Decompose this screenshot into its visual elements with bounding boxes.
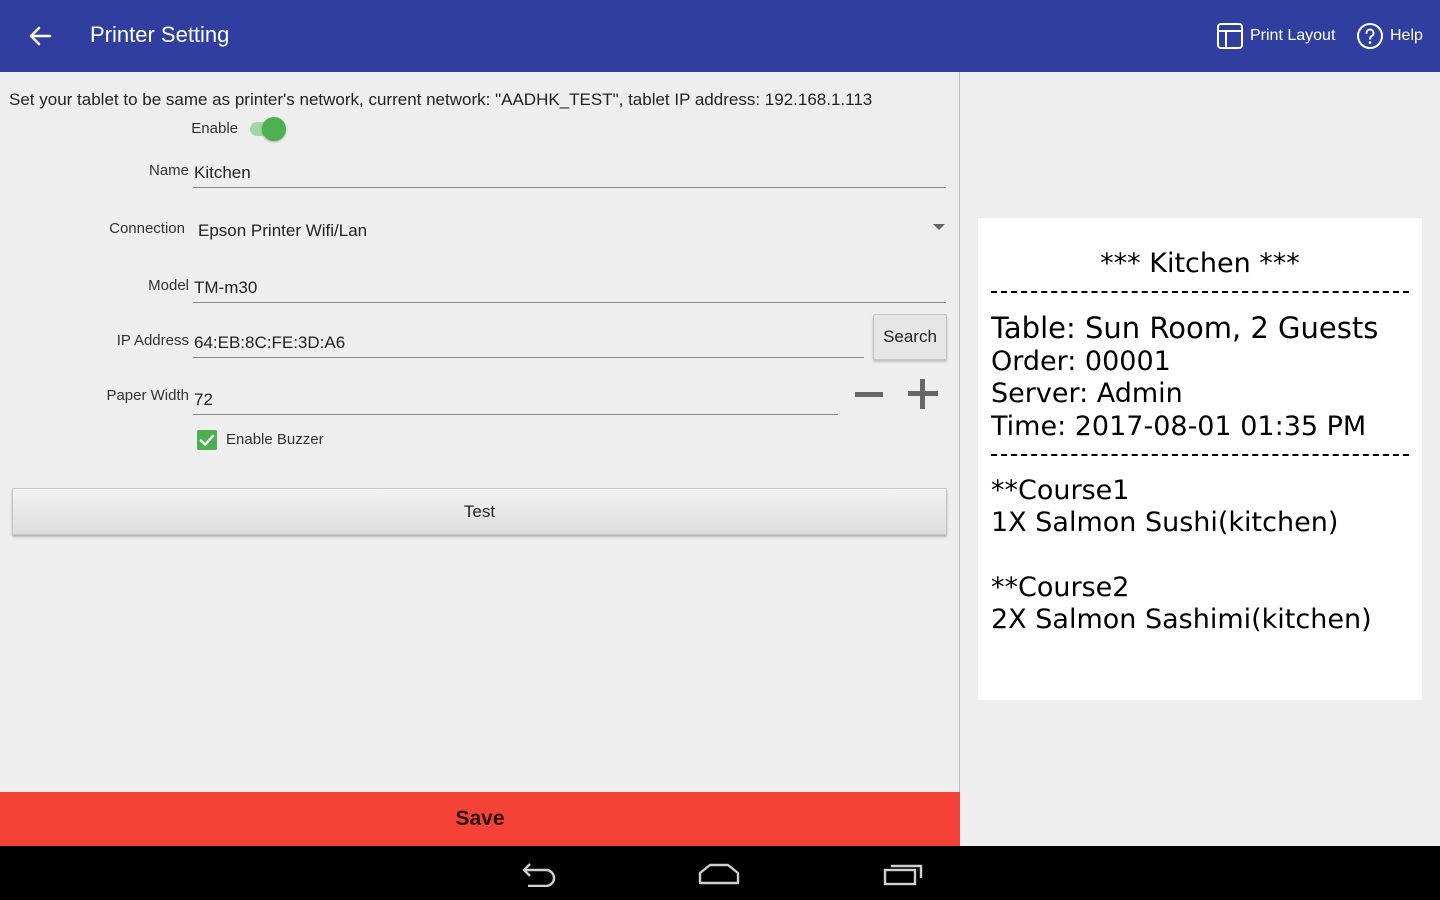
enable-buzzer-label: Enable Buzzer <box>226 431 324 448</box>
name-underline <box>193 187 946 188</box>
printer-settings-form: Set your tablet to be same as printer's … <box>0 72 960 792</box>
print-layout-button[interactable]: Print Layout <box>1216 20 1335 52</box>
recents-nav-icon[interactable] <box>882 859 924 887</box>
name-input[interactable]: Kitchen <box>194 163 251 183</box>
receipt-order: Order: 00001 <box>991 346 1171 377</box>
back-arrow-icon[interactable] <box>22 18 58 54</box>
app-bar: Printer Setting Print Layout Help <box>0 0 1440 72</box>
receipt-divider-top <box>991 291 1409 293</box>
receipt-course-1: **Course1 <box>991 475 1130 506</box>
toggle-thumb <box>262 117 286 141</box>
test-button[interactable]: Test <box>12 488 947 535</box>
back-nav-icon[interactable] <box>516 859 558 887</box>
ip-address-underline <box>193 357 864 358</box>
enable-toggle[interactable] <box>248 116 288 141</box>
receipt-header: *** Kitchen *** <box>1100 248 1300 279</box>
paper-width-underline <box>193 414 838 415</box>
receipt-course-2: **Course2 <box>991 572 1130 603</box>
network-note: Set your tablet to be same as printer's … <box>9 90 873 109</box>
enable-label: Enable <box>191 120 238 137</box>
model-input[interactable]: TM-m30 <box>194 278 257 298</box>
connection-select[interactable]: Epson Printer Wifi/Lan <box>198 221 367 241</box>
receipt-item-2: 2X Salmon Sashimi(kitchen) <box>991 604 1372 635</box>
minus-icon[interactable] <box>855 392 885 398</box>
search-button[interactable]: Search <box>873 314 947 360</box>
receipt-divider-bottom <box>991 454 1409 456</box>
ip-address-label: IP Address <box>116 332 189 349</box>
receipt-table: Table: Sun Room, 2 Guests <box>991 311 1379 345</box>
help-icon <box>1357 23 1383 49</box>
layout-icon <box>1217 23 1243 49</box>
receipt-preview: *** Kitchen *** Table: Sun Room, 2 Guest… <box>978 218 1422 700</box>
model-label: Model <box>148 277 189 294</box>
save-button[interactable]: Save <box>0 792 960 846</box>
system-nav-bar <box>0 846 1440 900</box>
plus-icon[interactable] <box>908 379 938 409</box>
check-icon <box>199 434 215 446</box>
paper-width-label: Paper Width <box>106 387 189 404</box>
enable-buzzer-checkbox[interactable] <box>197 430 217 450</box>
help-label: Help <box>1390 27 1423 44</box>
receipt-time: Time: 2017-08-01 01:35 PM <box>991 411 1367 442</box>
print-layout-label: Print Layout <box>1250 27 1336 44</box>
page-title: Printer Setting <box>90 22 230 47</box>
chevron-down-icon[interactable] <box>933 224 945 230</box>
receipt-item-1: 1X Salmon Sushi(kitchen) <box>991 507 1339 538</box>
model-underline <box>193 302 946 303</box>
home-nav-icon[interactable] <box>697 859 741 887</box>
receipt-server: Server: Admin <box>991 378 1183 409</box>
pane-divider <box>959 72 960 846</box>
connection-label: Connection <box>109 220 185 237</box>
paper-width-input[interactable]: 72 <box>194 390 213 410</box>
ip-address-input[interactable]: 64:EB:8C:FE:3D:A6 <box>194 333 345 353</box>
help-button[interactable]: Help <box>1356 20 1423 52</box>
name-label: Name <box>148 162 189 179</box>
